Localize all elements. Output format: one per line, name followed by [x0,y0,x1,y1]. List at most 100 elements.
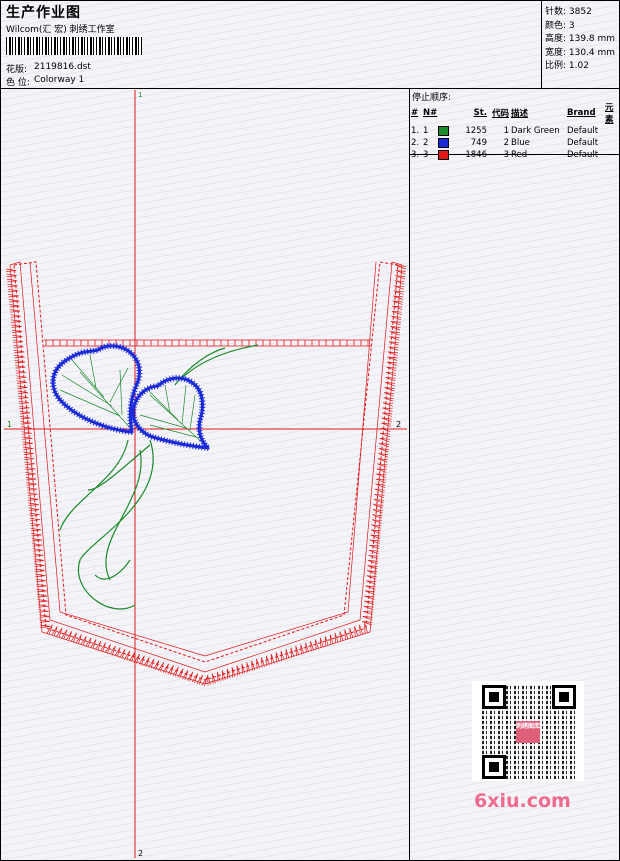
satin-stitch [28,507,40,511]
satin-stitch [388,341,399,346]
satin-stitch [103,343,106,350]
satin-stitch [15,370,27,374]
satin-stitch [180,440,183,447]
satin-stitch [319,637,324,649]
watermark-text: 6xiu.com [474,790,571,812]
crosshair-label-right: 2 [396,420,401,429]
satin-stitch [174,439,177,446]
satin-stitch [21,431,32,435]
satin-stitch [143,657,150,667]
leaf-satin-stitches [49,342,210,452]
satin-stitch [368,554,379,560]
qr-finder-top-right [552,685,576,709]
satin-stitch [27,497,39,501]
satin-stitch [236,665,241,676]
satin-stitch [112,342,115,349]
satin-stitch [183,441,186,448]
satin-stitch [378,453,389,458]
satin-stitch [384,382,396,387]
satin-stitch [385,376,396,382]
satin-stitch [127,407,134,409]
satin-stitch [25,472,36,476]
vine-stem-5 [94,559,131,580]
satin-stitch [24,466,36,471]
satin-stitch [195,443,198,450]
satin-stitch [354,626,359,637]
satin-stitch [201,676,208,687]
satin-stitch [384,387,395,392]
satin-stitch [388,346,399,351]
satin-stitch [33,553,44,557]
satin-stitch [25,477,37,481]
qr-logo: 刺绣图库 [516,721,540,743]
satin-stitch [364,623,368,634]
satin-stitch [380,427,391,433]
satin-stitch [373,504,384,509]
satin-stitch [216,671,221,683]
pocket-outline [9,261,403,685]
satin-stitch [127,404,135,407]
satin-stitch [130,414,137,417]
satin-stitch [226,668,231,680]
satin-stitch [381,417,392,422]
satin-stitch [11,329,23,333]
satin-stitch [199,400,206,402]
vine-stem-1 [59,439,129,531]
qr-code-box: 刺绣图库 [472,681,584,781]
satin-stitch [136,375,143,378]
satin-stitch [376,473,387,478]
satin-stitch [198,443,200,450]
satin-stitch [34,563,45,567]
satin-stitch [27,492,38,496]
satin-stitch [370,529,381,534]
satin-stitch [20,416,31,420]
satin-stitch [383,397,394,402]
satin-stitch [80,349,83,356]
satin-stitch [380,432,391,438]
satin-stitch [171,439,174,446]
satin-stitch [196,432,204,436]
satin-stitch [344,629,349,641]
satin-stitch [382,407,393,412]
satin-stitch [374,493,385,499]
satin-stitch [23,456,35,461]
satin-stitch [386,366,397,372]
satin-stitch [50,385,57,387]
satin-stitch [116,426,119,433]
satin-stitch [10,319,22,323]
satin-stitch [374,488,385,494]
satin-stitch [212,673,216,684]
satin-stitch [18,395,29,399]
satin-stitch [204,444,206,451]
satin-stitch [371,519,382,524]
satin-stitch [379,443,390,448]
satin-stitch [50,379,57,381]
satin-stitch [127,422,134,424]
satin-stitch [24,461,35,466]
satin-stitch [389,336,400,341]
satin-stitch [375,483,386,488]
satin-stitch [382,412,393,417]
satin-stitch [16,380,27,384]
satin-stitch [15,365,26,369]
satin-stitch [169,376,172,383]
satin-stitch [32,548,44,552]
satin-stitch [315,639,319,650]
satin-stitch [359,624,364,636]
satin-stitch [92,347,95,354]
satin-stitch [128,425,135,428]
satin-stitch [26,482,37,486]
satin-stitch [385,371,397,377]
satin-stitch [367,560,379,565]
satin-stitch [371,524,382,529]
satin-stitch [378,448,389,453]
satin-stitch [246,662,251,673]
satin-stitch [369,544,380,550]
satin-stitch [19,405,30,410]
satin-stitch [367,565,378,570]
satin-stitch [106,343,109,350]
qr-finder-top-left [482,685,506,709]
satin-stitch [148,658,155,669]
satin-stitch [13,349,25,354]
satin-stitch [165,437,168,444]
